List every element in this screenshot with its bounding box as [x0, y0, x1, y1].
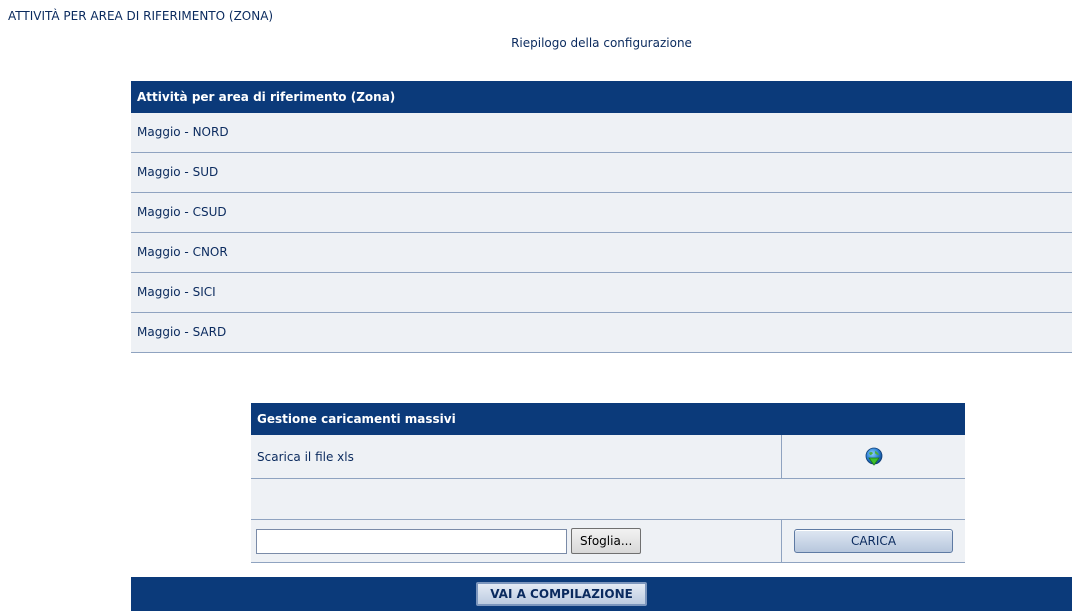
- zone-row-nord[interactable]: Maggio - NORD: [131, 113, 1072, 153]
- go-to-compilation-button[interactable]: VAI A COMPILAZIONE: [476, 582, 647, 606]
- page: ATTIVITÀ PER AREA DI RIFERIMENTO (ZONA) …: [0, 0, 1072, 611]
- page-subtitle: Riepilogo della configurazione: [511, 36, 692, 50]
- zone-row-sard[interactable]: Maggio - SARD: [131, 313, 1072, 353]
- empty-row: [251, 479, 965, 520]
- download-label-cell: Scarica il file xls: [251, 435, 782, 478]
- empty-cell: [251, 479, 782, 519]
- zone-row-sici[interactable]: Maggio - SICI: [131, 273, 1072, 313]
- download-globe-icon[interactable]: [863, 446, 885, 468]
- zone-row-csud[interactable]: Maggio - CSUD: [131, 193, 1072, 233]
- zones-table-header: Attività per area di riferimento (Zona): [131, 81, 1072, 113]
- download-icon-cell: [782, 435, 965, 478]
- upload-input-cell: Sfoglia...: [251, 520, 782, 562]
- bulk-upload-header: Gestione caricamenti massivi: [251, 403, 965, 435]
- upload-row: Sfoglia... CARICA: [251, 520, 965, 563]
- load-button[interactable]: CARICA: [794, 529, 953, 553]
- zone-row-sud[interactable]: Maggio - SUD: [131, 153, 1072, 193]
- bulk-upload-panel: Gestione caricamenti massivi Scarica il …: [251, 403, 965, 563]
- zones-table: Attività per area di riferimento (Zona) …: [131, 81, 1072, 353]
- download-label: Scarica il file xls: [257, 449, 354, 464]
- zone-row-cnor[interactable]: Maggio - CNOR: [131, 233, 1072, 273]
- browse-button[interactable]: Sfoglia...: [571, 528, 642, 554]
- empty-cell-right: [782, 479, 965, 519]
- file-path-input[interactable]: [256, 528, 567, 554]
- footer-bar: VAI A COMPILAZIONE: [131, 577, 1072, 611]
- download-row: Scarica il file xls: [251, 435, 965, 479]
- page-title: ATTIVITÀ PER AREA DI RIFERIMENTO (ZONA): [8, 9, 274, 23]
- upload-button-cell: CARICA: [782, 520, 965, 562]
